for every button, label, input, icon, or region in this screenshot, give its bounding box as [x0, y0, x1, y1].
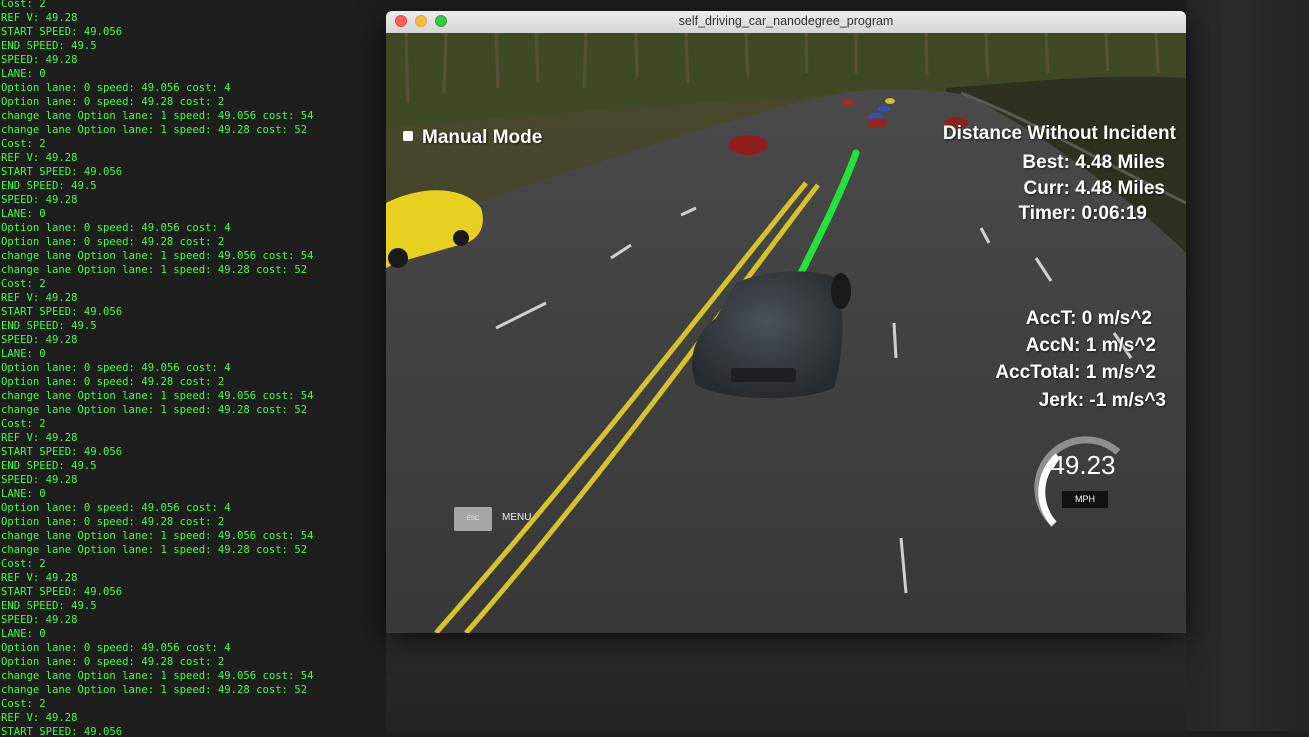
terminal-line: Option lane: 0 speed: 49.056 cost: 4	[1, 362, 231, 374]
terminal-line: START SPEED: 49.056	[1, 446, 123, 458]
timer: Timer: 0:06:19	[1018, 203, 1148, 224]
terminal-line: Cost: 2	[1, 418, 46, 430]
distant-car	[867, 118, 887, 128]
speed-unit: MPH	[1062, 491, 1108, 508]
yellow-car-wheel	[453, 230, 469, 246]
terminal-line: END SPEED: 49.5	[1, 460, 97, 472]
terminal-line: Option lane: 0 speed: 49.28 cost: 2	[1, 376, 225, 388]
terminal-line: Cost: 2	[1, 698, 46, 710]
terminal-line: LANE: 0	[1, 208, 46, 220]
terminal-line: change lane Option lane: 1 speed: 49.28 …	[1, 264, 308, 276]
manual-mode-label[interactable]: Manual Mode	[422, 127, 542, 149]
terminal-log[interactable]: Cost: 2 REF V: 49.28 START SPEED: 49.056 EN…	[0, 0, 386, 737]
distance-title: Distance Without Incident	[942, 123, 1176, 144]
acc-total: AccTotal: 1 m/s^2	[995, 362, 1156, 383]
terminal-line: SPEED: 49.28	[1, 474, 78, 486]
desktop-background	[1186, 0, 1309, 731]
terminal-line: change lane Option lane: 1 speed: 49.056…	[1, 110, 314, 122]
terminal-line: Cost: 2	[1, 138, 46, 150]
esc-key-icon[interactable]: ESC	[454, 507, 492, 531]
distant-car	[885, 98, 895, 104]
terminal-line: change lane Option lane: 1 speed: 49.28 …	[1, 684, 308, 696]
terminal-line: change lane Option lane: 1 speed: 49.056…	[1, 390, 314, 402]
terminal-line: REF V: 49.28	[1, 12, 78, 24]
terminal-line: START SPEED: 49.056	[1, 306, 123, 318]
terminal-line: SPEED: 49.28	[1, 194, 78, 206]
current-distance: Curr: 4.48 Miles	[1023, 178, 1166, 199]
jerk: Jerk: -1 m/s^3	[1038, 390, 1166, 411]
terminal-line: Option lane: 0 speed: 49.28 cost: 2	[1, 656, 225, 668]
terminal-line: Cost: 2	[1, 0, 46, 10]
desktop-background-bottom	[386, 632, 1186, 731]
terminal-line: END SPEED: 49.5	[1, 600, 97, 612]
terminal-line: END SPEED: 49.5	[1, 40, 97, 52]
terminal-line: SPEED: 49.28	[1, 334, 78, 346]
acc-normal: AccN: 1 m/s^2	[1025, 335, 1156, 356]
terminal-line: SPEED: 49.28	[1, 614, 78, 626]
terminal-line: START SPEED: 49.056	[1, 586, 123, 598]
terminal-line: LANE: 0	[1, 348, 46, 360]
distant-car	[878, 106, 890, 112]
speed-readout: 49.23	[1050, 450, 1116, 480]
simulator-window[interactable]: self_driving_car_nanodegree_program Manu…	[386, 11, 1186, 633]
menu-label[interactable]: MENU	[502, 512, 531, 523]
terminal-line: START SPEED: 49.056	[1, 26, 123, 38]
acc-tangential: AccT: 0 m/s^2	[1025, 308, 1152, 329]
terminal-line: START SPEED: 49.056	[1, 166, 123, 178]
terminal-line: Cost: 2	[1, 558, 46, 570]
yellow-car-wheel	[388, 248, 408, 268]
terminal-line: change lane Option lane: 1 speed: 49.28 …	[1, 404, 308, 416]
terminal-line: REF V: 49.28	[1, 152, 78, 164]
terminal-line: Option lane: 0 speed: 49.056 cost: 4	[1, 222, 231, 234]
window-title: self_driving_car_nanodegree_program	[678, 14, 894, 28]
terminal-line: END SPEED: 49.5	[1, 180, 97, 192]
terminal-line: Option lane: 0 speed: 49.28 cost: 2	[1, 516, 225, 528]
terminal-line: Option lane: 0 speed: 49.056 cost: 4	[1, 82, 231, 94]
terminal-line: change lane Option lane: 1 speed: 49.056…	[1, 530, 314, 542]
terminal-line: LANE: 0	[1, 488, 46, 500]
terminal-line: Option lane: 0 speed: 49.056 cost: 4	[1, 502, 231, 514]
terminal-line: REF V: 49.28	[1, 292, 78, 304]
terminal-line: REF V: 49.28	[1, 572, 78, 584]
terminal-line: LANE: 0	[1, 628, 46, 640]
ego-car-rear	[731, 368, 796, 382]
terminal-line: REF V: 49.28	[1, 712, 78, 724]
ego-car-wheel	[831, 273, 851, 309]
terminal-line: Option lane: 0 speed: 49.056 cost: 4	[1, 642, 231, 654]
terminal-line: change lane Option lane: 1 speed: 49.28 …	[1, 544, 308, 556]
terminal-line: change lane Option lane: 1 speed: 49.28 …	[1, 124, 308, 136]
terminal-line: Option lane: 0 speed: 49.28 cost: 2	[1, 236, 225, 248]
distant-car	[842, 100, 854, 106]
terminal-line: START SPEED: 49.056	[1, 726, 123, 737]
terminal-line: Cost: 2	[1, 278, 46, 290]
best-distance: Best: 4.48 Miles	[1022, 152, 1165, 173]
terminal-line: REF V: 49.28	[1, 432, 78, 444]
red-car	[728, 135, 768, 155]
terminal-line: END SPEED: 49.5	[1, 320, 97, 332]
terminal-line: change lane Option lane: 1 speed: 49.056…	[1, 250, 314, 262]
terminal-line: LANE: 0	[1, 68, 46, 80]
terminal-line: SPEED: 49.28	[1, 54, 78, 66]
terminal-line: change lane Option lane: 1 speed: 49.056…	[1, 670, 314, 682]
manual-mode-checkbox[interactable]	[403, 131, 413, 141]
simulator-viewport[interactable]: Manual Mode Distance Without Incident Be…	[386, 33, 1186, 633]
terminal-line: Option lane: 0 speed: 49.28 cost: 2	[1, 96, 225, 108]
window-titlebar[interactable]: self_driving_car_nanodegree_program	[386, 11, 1186, 34]
